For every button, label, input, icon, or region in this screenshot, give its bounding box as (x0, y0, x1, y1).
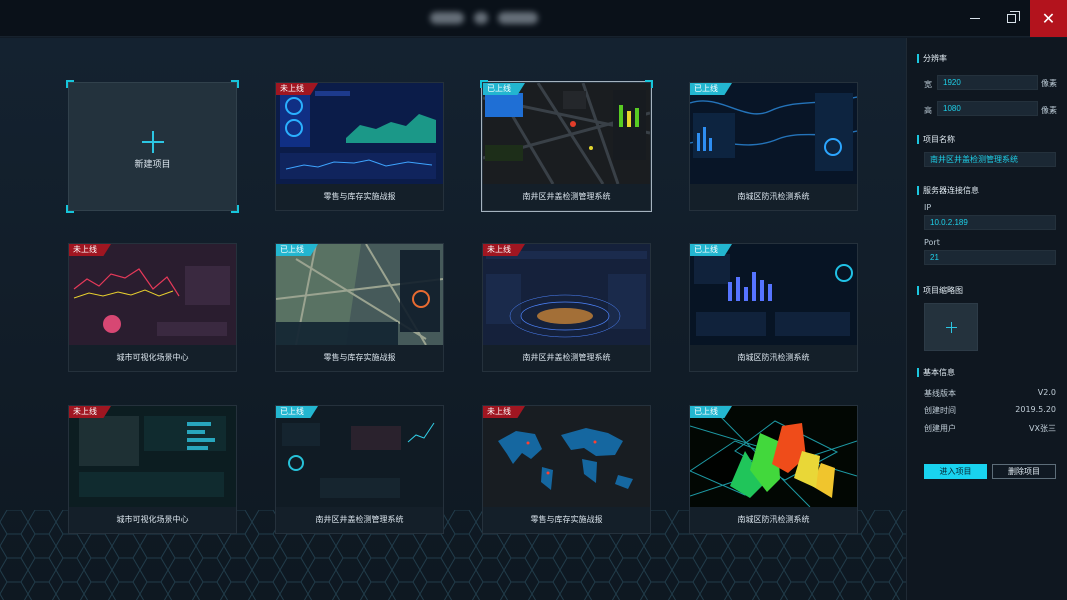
width-unit-label: 像素 (1041, 79, 1057, 88)
world-map-thumbnail (483, 406, 650, 507)
satellite-map-thumbnail (276, 244, 443, 345)
new-project-card[interactable]: 新建项目 (66, 80, 239, 213)
project-name-input[interactable] (924, 152, 1056, 167)
project-card[interactable]: 未上线 零售与库存实施战报 (482, 405, 651, 534)
project-title: 城市可视化场景中心 (69, 507, 236, 533)
project-title: 南城区防汛检测系统 (690, 507, 857, 533)
thumbnail-upload-button[interactable] (924, 303, 978, 351)
orbit-dashboard-thumbnail (483, 244, 650, 345)
section-title-resolution: 分辨率 (917, 54, 947, 63)
project-card[interactable]: 已上线 南城区防汛检测系统 (689, 405, 858, 534)
created-user-label: 创建用户 (924, 424, 956, 433)
created-time-label: 创建时间 (924, 406, 956, 415)
project-title: 南城区防汛检测系统 (690, 184, 857, 210)
project-title: 南井区井盖检测管理系统 (276, 507, 443, 533)
project-card[interactable]: 未上线 城市可视化场景中心 (68, 243, 237, 372)
project-card[interactable]: 已上线 零售与库存实施战报 (275, 243, 444, 372)
project-title: 城市可视化场景中心 (69, 345, 236, 371)
section-title-server: 服务器连接信息 (917, 186, 979, 195)
project-card-selected[interactable]: 已上线 南井区井盖检测管理系统 (480, 80, 653, 212)
created-time-row: 创建时间 2019.5.20 (924, 405, 1056, 416)
title-bar: ✕ (0, 0, 1067, 37)
project-card[interactable]: 已上线 南城区防汛检测系统 (689, 243, 858, 372)
section-title-project-name: 项目名称 (917, 135, 955, 144)
card-corner-decoration (66, 205, 74, 213)
project-title: 南井区井盖检测管理系统 (483, 184, 650, 210)
app-window: ✕ 新建项目 未上线 零售与库存实施战报 已上线 南井区井盖检测管理系统 已上线… (0, 0, 1067, 600)
width-label: 宽 (924, 80, 932, 89)
dashboard-thumbnail (276, 83, 443, 184)
window-title-blurred (430, 10, 560, 26)
ip-input[interactable] (924, 215, 1056, 230)
created-user-value: VX张三 (1029, 424, 1056, 433)
close-button[interactable]: ✕ (1030, 0, 1067, 37)
chart-thumbnail (69, 244, 236, 345)
project-title: 南井区井盖检测管理系统 (483, 345, 650, 371)
port-input[interactable] (924, 250, 1056, 265)
base-version-value: V2.0 (1037, 388, 1056, 397)
delete-project-button[interactable]: 删除项目 (992, 464, 1056, 479)
project-title: 南城区防汛检测系统 (690, 345, 857, 371)
project-title: 零售与库存实施战报 (276, 184, 443, 210)
base-version-label: 基线版本 (924, 389, 956, 398)
ip-label: IP (924, 203, 932, 212)
maximize-icon (1007, 11, 1020, 23)
port-label: Port (924, 238, 940, 247)
project-gallery: 新建项目 未上线 零售与库存实施战报 已上线 南井区井盖检测管理系统 已上线 南… (0, 38, 906, 600)
created-user-row: 创建用户 VX张三 (924, 423, 1056, 434)
minimize-icon (969, 18, 980, 19)
project-property-panel: 分辨率 宽 像素 高 像素 项目名称 服务器连接信息 IP Port 项目缩略图… (906, 38, 1067, 600)
project-card[interactable]: 已上线 南城区防汛检测系统 (689, 82, 858, 211)
project-card[interactable]: 未上线 城市可视化场景中心 (68, 405, 237, 534)
project-card[interactable]: 未上线 南井区井盖检测管理系统 (482, 243, 651, 372)
city-network-thumbnail (690, 83, 857, 184)
width-input[interactable] (937, 75, 1038, 90)
enter-project-button[interactable]: 进入项目 (924, 464, 987, 479)
teal-dashboard-thumbnail (69, 406, 236, 507)
plus-icon (142, 131, 164, 153)
project-grid: 新建项目 未上线 零售与库存实施战报 已上线 南井区井盖检测管理系统 已上线 南… (66, 80, 858, 542)
height-input[interactable] (937, 101, 1038, 116)
bar-chart-thumbnail (690, 244, 857, 345)
minimize-button[interactable] (956, 0, 993, 37)
card-corner-decoration (231, 205, 239, 213)
section-title-thumbnail: 项目缩略图 (917, 286, 963, 295)
dark-dashboard-thumbnail (276, 406, 443, 507)
card-corner-decoration (231, 80, 239, 88)
base-version-row: 基线版本 V2.0 (924, 388, 1056, 399)
plus-icon (946, 322, 957, 333)
height-unit-label: 像素 (1041, 106, 1057, 115)
maximize-button[interactable] (993, 0, 1030, 37)
height-label: 高 (924, 106, 932, 115)
project-title: 零售与库存实施战报 (276, 345, 443, 371)
new-project-label: 新建项目 (134, 160, 171, 170)
card-corner-decoration (66, 80, 74, 88)
created-time-value: 2019.5.20 (1015, 405, 1056, 414)
section-title-basic-info: 基本信息 (917, 368, 955, 377)
project-card[interactable]: 未上线 零售与库存实施战报 (275, 82, 444, 211)
project-card[interactable]: 已上线 南井区井盖检测管理系统 (275, 405, 444, 534)
3d-city-thumbnail (690, 406, 857, 507)
map-dashboard-thumbnail (483, 83, 650, 184)
project-title: 零售与库存实施战报 (483, 507, 650, 533)
close-icon: ✕ (1041, 9, 1056, 28)
